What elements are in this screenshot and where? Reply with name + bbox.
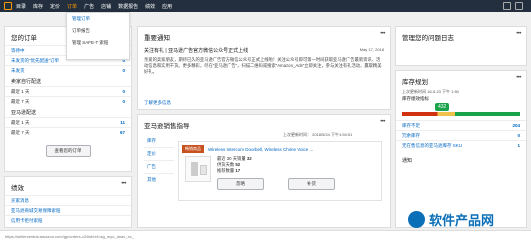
news-title: 重要通知 [144, 35, 170, 42]
tab-inventory[interactable]: 库存 [144, 135, 174, 148]
order-row[interactable]: 最近 1 天0 [5, 86, 131, 96]
news-date: May 17, 2018 [359, 47, 384, 52]
menu-item-order-reports[interactable]: 订单报告 [67, 25, 129, 37]
status-bar-url: https://sellercentral.amazon.com/gp/orde… [0, 230, 531, 240]
order-row[interactable]: 最近 1 天 11 [5, 117, 131, 127]
more-options-icon[interactable]: ••• [380, 31, 385, 37]
problem-log-panel: 管理您的问题日志 ••• [395, 26, 527, 66]
product-image [185, 156, 211, 182]
sales-tabs: 库存 定价 广告 其他 [144, 135, 174, 186]
mail-icon[interactable] [503, 2, 511, 10]
nav-reports[interactable]: 数据报告 [118, 3, 138, 10]
tab-advertising[interactable]: 广告 [144, 161, 174, 174]
orders-dropdown-menu: 管理订单 订单报告 管理 SAFE-T 索赔 [66, 12, 130, 60]
ipi-score: 432 [435, 103, 450, 111]
more-options-icon[interactable]: ••• [380, 119, 385, 125]
news-body: 亲爱的卖家朋友，期待已久的亚马逊广告官方微信公众号正式上线啦！关注公众号即可第一… [144, 57, 382, 75]
best-seller-badge: 畅销商品 [182, 145, 204, 153]
nav-right-icons [499, 2, 523, 10]
stat-row: 推荐数量 17 [217, 168, 241, 173]
nav-inventory[interactable]: 库存 [33, 3, 43, 10]
nav-performance[interactable]: 绩效 [145, 3, 155, 10]
news-headline-link[interactable]: 关注有礼 | 亚马逊广告官方微信公众号正式上线 [144, 47, 248, 54]
performance-title: 绩效 [11, 185, 24, 192]
replenish-button[interactable]: 补货 [288, 178, 335, 190]
notice-heading: 通知 [402, 158, 413, 164]
gear-icon[interactable] [515, 2, 523, 10]
more-options-icon[interactable]: ••• [516, 75, 521, 81]
site-watermark: 软件产品网 [408, 210, 494, 229]
sales-updated-time: 上次更新时间： 2018/5/24 下午1:50:51 [283, 132, 353, 137]
more-options-icon[interactable]: ••• [121, 181, 126, 187]
inventory-row[interactable]: 无在售信息的亚马逊库存 SKU 1 [396, 140, 526, 150]
fba-heading: 亚马逊配送 [11, 110, 37, 116]
news-panel: 重要通知 ••• 关注有礼 | 亚马逊广告官方微信公众号正式上线 May 17,… [137, 26, 391, 110]
inventory-planning-panel: 库存规划 ••• 上次更新时间 16-5-23 下午 1:50 库存绩效指标 4… [395, 70, 527, 228]
seller-central-logo-icon[interactable] [4, 2, 12, 10]
performance-panel: 绩效 ••• 买家消息 亚马逊商城交易保障索赔 信用卡拒付索赔 [4, 176, 132, 228]
ipi-gauge: 432 [402, 103, 520, 116]
tab-pricing[interactable]: 定价 [144, 148, 174, 161]
menu-item-manage-orders[interactable]: 管理订单 [67, 13, 129, 25]
view-orders-button[interactable]: 查看您的订单 [45, 145, 91, 157]
ignore-button[interactable]: 忽略 [217, 178, 264, 190]
order-row[interactable]: 最近 7 天0 [5, 96, 131, 106]
product-title-link[interactable]: Wireless Intercom Doorbell, Wireless Chi… [208, 147, 313, 152]
order-row[interactable]: 未发货 0 [5, 65, 131, 75]
nav-advertising[interactable]: 广告 [84, 3, 94, 10]
menu-item-safet-claims[interactable]: 管理 SAFE-T 索赔 [67, 37, 129, 49]
learn-more-link[interactable]: 了解更多信息 [144, 100, 171, 105]
inventory-row[interactable]: 库存不足 204 [396, 120, 526, 130]
nav-orders[interactable]: 订单 [67, 3, 77, 10]
recommendation-card: 畅销商品 Wireless Intercom Doorbell, Wireles… [178, 141, 382, 201]
nav-store[interactable]: 店铺 [101, 3, 111, 10]
list-item[interactable]: 信用卡拒付索赔 [5, 215, 131, 225]
seller-fulfilled-heading: 卖家自行配送 [11, 79, 42, 85]
watermark-logo-icon [408, 211, 425, 228]
more-options-icon[interactable]: ••• [516, 31, 521, 37]
inventory-planning-title: 库存规划 [402, 79, 428, 86]
nav-pricing[interactable]: 定价 [50, 3, 60, 10]
sales-coach-title: 亚马逊销售指导 [144, 123, 190, 130]
tab-other[interactable]: 其他 [144, 174, 174, 186]
order-row[interactable]: 最近 7 天 67 [5, 127, 131, 137]
nav-catalog[interactable]: 目录 [16, 3, 26, 10]
problem-log-title[interactable]: 管理您的问题日志 [396, 27, 526, 45]
list-item[interactable]: 亚马逊商城交易保障索赔 [5, 205, 131, 215]
sales-coach-panel: 亚马逊销售指导 ••• 上次更新时间： 2018/5/24 下午1:50:51 … [137, 114, 391, 228]
top-nav: 目录 库存 定价 订单 广告 店铺 数据报告 绩效 应用 [0, 0, 531, 12]
inventory-row[interactable]: 冗余库存 0 [396, 130, 526, 140]
inventory-perf-label[interactable]: 库存绩效指标 [396, 95, 526, 103]
nav-apps[interactable]: 应用 [162, 3, 172, 10]
list-item[interactable]: 买家消息 [5, 195, 131, 205]
